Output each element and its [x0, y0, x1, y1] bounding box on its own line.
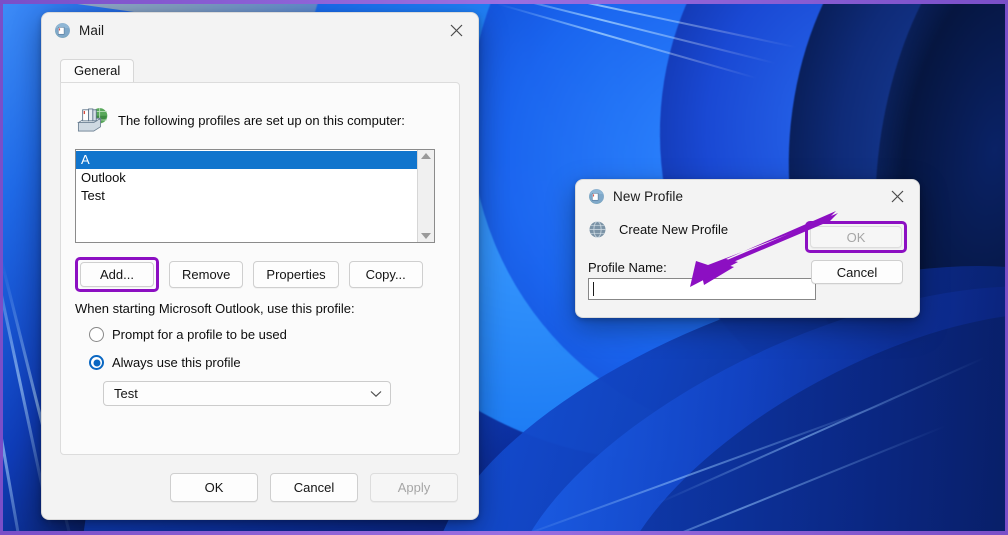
- new-profile-cancel-button[interactable]: Cancel: [811, 260, 903, 284]
- mail-dialog-footer: OK Cancel Apply: [42, 455, 478, 519]
- tab-general[interactable]: General: [60, 59, 134, 82]
- scroll-down-arrow-icon[interactable]: [421, 233, 431, 239]
- mail-tray-icon: [54, 22, 71, 39]
- startup-profile-label: When starting Microsoft Outlook, use thi…: [75, 301, 355, 316]
- capture-frame-left: [0, 0, 3, 535]
- properties-button[interactable]: Properties: [253, 261, 338, 288]
- radio-prompt-for-profile[interactable]: Prompt for a profile to be used: [89, 327, 287, 342]
- scroll-up-arrow-icon[interactable]: [421, 153, 431, 159]
- profiles-list: A Outlook Test: [76, 150, 417, 242]
- copy-button[interactable]: Copy...: [349, 261, 423, 288]
- mail-tray-icon: [75, 105, 109, 135]
- profiles-heading-label: The following profiles are set up on thi…: [118, 113, 405, 128]
- new-profile-dialog: New Profile Create New Profil: [575, 179, 920, 318]
- radio-always-use-profile[interactable]: Always use this profile: [89, 355, 241, 370]
- list-item[interactable]: Test: [76, 187, 417, 205]
- new-profile-titlebar: New Profile: [576, 180, 919, 212]
- default-profile-value: Test: [114, 386, 138, 401]
- apply-button: Apply: [370, 473, 458, 502]
- profiles-listbox[interactable]: A Outlook Test: [75, 149, 435, 243]
- default-profile-dropdown[interactable]: Test: [103, 381, 391, 406]
- globe-icon: [588, 220, 607, 239]
- capture-frame-bottom: [0, 531, 1008, 535]
- radio-prompt-label: Prompt for a profile to be used: [112, 327, 287, 342]
- desktop-screen: Mail General: [0, 0, 1008, 535]
- remove-button[interactable]: Remove: [169, 261, 243, 288]
- radio-always-label: Always use this profile: [112, 355, 241, 370]
- new-profile-ok-highlight: OK: [805, 221, 907, 253]
- new-profile-cancel-wrap: Cancel: [811, 260, 903, 284]
- close-glyph: [891, 190, 904, 203]
- new-profile-ok-button: OK: [810, 226, 902, 248]
- text-cursor-icon: [593, 282, 594, 296]
- close-glyph: [450, 24, 463, 37]
- radio-button-checked-icon[interactable]: [89, 355, 104, 370]
- mail-dialog-titlebar: Mail: [42, 13, 478, 47]
- create-new-profile-label: Create New Profile: [619, 222, 728, 237]
- mail-dialog: Mail General: [41, 12, 479, 520]
- new-profile-body: New Profile Create New Profil: [576, 180, 919, 317]
- close-icon[interactable]: [875, 180, 919, 213]
- chevron-down-icon: [370, 386, 382, 401]
- close-icon[interactable]: [434, 14, 478, 47]
- general-tab-panel: The following profiles are set up on thi…: [60, 82, 460, 455]
- radio-button-unchecked-icon[interactable]: [89, 327, 104, 342]
- profile-action-buttons: Add... Remove Properties Copy...: [75, 257, 423, 292]
- ok-button[interactable]: OK: [170, 473, 258, 502]
- profile-name-input[interactable]: [588, 278, 816, 300]
- list-item[interactable]: A: [76, 151, 417, 169]
- profile-name-label: Profile Name:: [588, 260, 667, 275]
- capture-frame-top: [0, 0, 1008, 4]
- new-profile-title: New Profile: [613, 189, 683, 204]
- tabstrip: General: [60, 59, 460, 83]
- cancel-button[interactable]: Cancel: [270, 473, 358, 502]
- mail-tray-icon: [588, 188, 605, 205]
- add-button[interactable]: Add...: [80, 262, 154, 287]
- profiles-heading-row: The following profiles are set up on thi…: [75, 105, 449, 135]
- chevron-down-glyph: [370, 390, 382, 398]
- mail-dialog-title: Mail: [79, 23, 104, 38]
- create-profile-row: Create New Profile: [588, 220, 728, 239]
- list-item[interactable]: Outlook: [76, 169, 417, 187]
- add-button-highlight: Add...: [75, 257, 159, 292]
- profiles-scrollbar[interactable]: [417, 150, 434, 242]
